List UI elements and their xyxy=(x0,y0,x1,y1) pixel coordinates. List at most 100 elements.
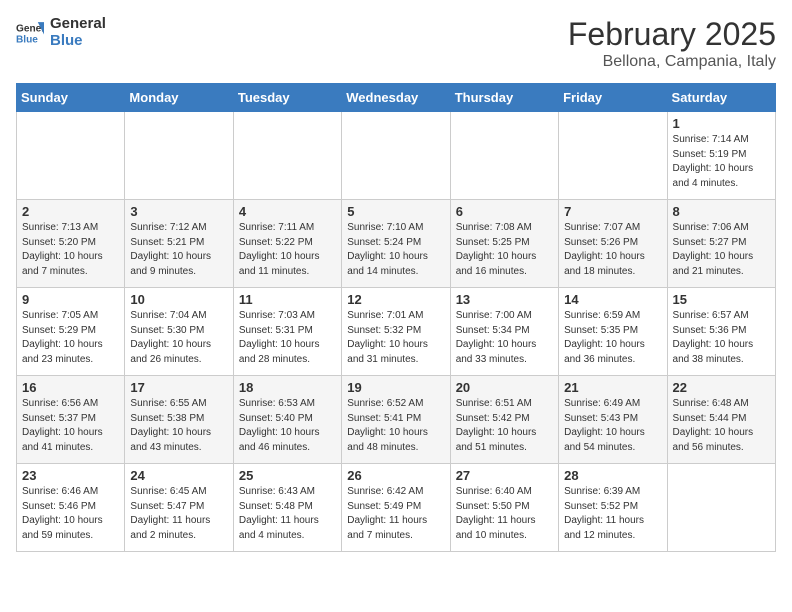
day-info: Sunrise: 6:39 AM Sunset: 5:52 PM Dayligh… xyxy=(564,485,661,543)
calendar-day-cell xyxy=(342,112,450,200)
calendar-day-cell: 25 Sunrise: 6:43 AM Sunset: 5:48 PM Dayli… xyxy=(233,464,341,552)
day-number: 21 xyxy=(564,380,661,395)
day-info: Sunrise: 7:01 AM Sunset: 5:32 PM Dayligh… xyxy=(347,309,444,367)
day-info: Sunrise: 7:11 AM Sunset: 5:22 PM Dayligh… xyxy=(239,221,336,279)
day-info: Sunrise: 7:10 AM Sunset: 5:24 PM Dayligh… xyxy=(347,221,444,279)
day-number: 24 xyxy=(130,468,227,483)
day-info: Sunrise: 7:06 AM Sunset: 5:27 PM Dayligh… xyxy=(673,221,770,279)
calendar-day-cell: 12 Sunrise: 7:01 AM Sunset: 5:32 PM Dayli… xyxy=(342,288,450,376)
calendar-week-row: 9 Sunrise: 7:05 AM Sunset: 5:29 PM Daylig… xyxy=(17,288,776,376)
calendar-day-cell: 3 Sunrise: 7:12 AM Sunset: 5:21 PM Daylig… xyxy=(125,200,233,288)
day-number: 4 xyxy=(239,204,336,219)
day-info: Sunrise: 6:51 AM Sunset: 5:42 PM Dayligh… xyxy=(456,397,553,455)
calendar-day-cell: 13 Sunrise: 7:00 AM Sunset: 5:34 PM Dayli… xyxy=(450,288,558,376)
calendar-week-row: 2 Sunrise: 7:13 AM Sunset: 5:20 PM Daylig… xyxy=(17,200,776,288)
calendar-day-cell xyxy=(667,464,775,552)
calendar-week-row: 16 Sunrise: 6:56 AM Sunset: 5:37 PM Dayli… xyxy=(17,376,776,464)
day-info: Sunrise: 6:52 AM Sunset: 5:41 PM Dayligh… xyxy=(347,397,444,455)
col-header-thursday: Thursday xyxy=(450,84,558,112)
col-header-wednesday: Wednesday xyxy=(342,84,450,112)
calendar-day-cell: 4 Sunrise: 7:11 AM Sunset: 5:22 PM Daylig… xyxy=(233,200,341,288)
day-info: Sunrise: 7:12 AM Sunset: 5:21 PM Dayligh… xyxy=(130,221,227,279)
location-subtitle: Bellona, Campania, Italy xyxy=(568,53,776,71)
day-info: Sunrise: 7:13 AM Sunset: 5:20 PM Dayligh… xyxy=(22,221,119,279)
calendar-day-cell: 23 Sunrise: 6:46 AM Sunset: 5:46 PM Dayli… xyxy=(17,464,125,552)
day-number: 23 xyxy=(22,468,119,483)
calendar-day-cell: 16 Sunrise: 6:56 AM Sunset: 5:37 PM Dayli… xyxy=(17,376,125,464)
calendar-day-cell xyxy=(125,112,233,200)
day-info: Sunrise: 6:53 AM Sunset: 5:40 PM Dayligh… xyxy=(239,397,336,455)
day-info: Sunrise: 6:57 AM Sunset: 5:36 PM Dayligh… xyxy=(673,309,770,367)
day-number: 13 xyxy=(456,292,553,307)
day-number: 10 xyxy=(130,292,227,307)
day-number: 27 xyxy=(456,468,553,483)
calendar-day-cell xyxy=(559,112,667,200)
day-info: Sunrise: 6:40 AM Sunset: 5:50 PM Dayligh… xyxy=(456,485,553,543)
day-info: Sunrise: 6:49 AM Sunset: 5:43 PM Dayligh… xyxy=(564,397,661,455)
page-header: General Blue General Blue February 2025 … xyxy=(16,16,776,71)
day-number: 22 xyxy=(673,380,770,395)
day-number: 6 xyxy=(456,204,553,219)
day-info: Sunrise: 7:04 AM Sunset: 5:30 PM Dayligh… xyxy=(130,309,227,367)
calendar-day-cell: 2 Sunrise: 7:13 AM Sunset: 5:20 PM Daylig… xyxy=(17,200,125,288)
calendar-day-cell: 21 Sunrise: 6:49 AM Sunset: 5:43 PM Dayli… xyxy=(559,376,667,464)
calendar-day-cell: 28 Sunrise: 6:39 AM Sunset: 5:52 PM Dayli… xyxy=(559,464,667,552)
calendar-day-cell: 6 Sunrise: 7:08 AM Sunset: 5:25 PM Daylig… xyxy=(450,200,558,288)
calendar-day-cell: 8 Sunrise: 7:06 AM Sunset: 5:27 PM Daylig… xyxy=(667,200,775,288)
calendar-day-cell xyxy=(233,112,341,200)
day-info: Sunrise: 7:05 AM Sunset: 5:29 PM Dayligh… xyxy=(22,309,119,367)
col-header-saturday: Saturday xyxy=(667,84,775,112)
day-number: 16 xyxy=(22,380,119,395)
calendar-header-row: SundayMondayTuesdayWednesdayThursdayFrid… xyxy=(17,84,776,112)
calendar-day-cell: 17Sunrise: 6:55 AM Sunset: 5:38 PM Dayli… xyxy=(125,376,233,464)
day-number: 28 xyxy=(564,468,661,483)
day-number: 3 xyxy=(130,204,227,219)
day-number: 20 xyxy=(456,380,553,395)
month-year-title: February 2025 xyxy=(568,16,776,53)
day-number: 8 xyxy=(673,204,770,219)
col-header-sunday: Sunday xyxy=(17,84,125,112)
day-number: 15 xyxy=(673,292,770,307)
day-number: 25 xyxy=(239,468,336,483)
day-number: 18 xyxy=(239,380,336,395)
calendar-day-cell: 14 Sunrise: 6:59 AM Sunset: 5:35 PM Dayli… xyxy=(559,288,667,376)
day-info: Sunrise: 6:46 AM Sunset: 5:46 PM Dayligh… xyxy=(22,485,119,543)
calendar-day-cell: 26 Sunrise: 6:42 AM Sunset: 5:49 PM Dayli… xyxy=(342,464,450,552)
day-info: Sunrise: 7:14 AM Sunset: 5:19 PM Dayligh… xyxy=(673,133,770,191)
day-info: Sunrise: 7:08 AM Sunset: 5:25 PM Dayligh… xyxy=(456,221,553,279)
calendar-day-cell: 1 Sunrise: 7:14 AM Sunset: 5:19 PM Daylig… xyxy=(667,112,775,200)
calendar-day-cell: 24 Sunrise: 6:45 AM Sunset: 5:47 PM Dayli… xyxy=(125,464,233,552)
calendar-day-cell: 20 Sunrise: 6:51 AM Sunset: 5:42 PM Dayli… xyxy=(450,376,558,464)
day-number: 17 xyxy=(130,380,227,395)
day-number: 2 xyxy=(22,204,119,219)
calendar-week-row: 23 Sunrise: 6:46 AM Sunset: 5:46 PM Dayli… xyxy=(17,464,776,552)
calendar-day-cell: 5Sunrise: 7:10 AM Sunset: 5:24 PM Daylig… xyxy=(342,200,450,288)
calendar-day-cell xyxy=(450,112,558,200)
day-info: Sunrise: 6:42 AM Sunset: 5:49 PM Dayligh… xyxy=(347,485,444,543)
calendar-day-cell: 11Sunrise: 7:03 AM Sunset: 5:31 PM Dayli… xyxy=(233,288,341,376)
logo-general-text: General xyxy=(50,16,106,33)
day-number: 19 xyxy=(347,380,444,395)
title-area: February 2025 Bellona, Campania, Italy xyxy=(568,16,776,71)
day-number: 7 xyxy=(564,204,661,219)
day-number: 26 xyxy=(347,468,444,483)
day-number: 11 xyxy=(239,292,336,307)
calendar-day-cell: 15 Sunrise: 6:57 AM Sunset: 5:36 PM Dayli… xyxy=(667,288,775,376)
day-number: 12 xyxy=(347,292,444,307)
calendar-day-cell: 10 Sunrise: 7:04 AM Sunset: 5:30 PM Dayli… xyxy=(125,288,233,376)
day-info: Sunrise: 6:48 AM Sunset: 5:44 PM Dayligh… xyxy=(673,397,770,455)
col-header-tuesday: Tuesday xyxy=(233,84,341,112)
calendar-day-cell: 27 Sunrise: 6:40 AM Sunset: 5:50 PM Dayli… xyxy=(450,464,558,552)
day-number: 14 xyxy=(564,292,661,307)
calendar-day-cell xyxy=(17,112,125,200)
day-number: 1 xyxy=(673,116,770,131)
day-info: Sunrise: 6:56 AM Sunset: 5:37 PM Dayligh… xyxy=(22,397,119,455)
day-info: Sunrise: 7:00 AM Sunset: 5:34 PM Dayligh… xyxy=(456,309,553,367)
day-info: Sunrise: 6:45 AM Sunset: 5:47 PM Dayligh… xyxy=(130,485,227,543)
calendar-week-row: 1 Sunrise: 7:14 AM Sunset: 5:19 PM Daylig… xyxy=(17,112,776,200)
day-info: Sunrise: 6:43 AM Sunset: 5:48 PM Dayligh… xyxy=(239,485,336,543)
day-info: Sunrise: 6:59 AM Sunset: 5:35 PM Dayligh… xyxy=(564,309,661,367)
calendar-day-cell: 22 Sunrise: 6:48 AM Sunset: 5:44 PM Dayli… xyxy=(667,376,775,464)
day-number: 9 xyxy=(22,292,119,307)
logo-blue-text: Blue xyxy=(50,33,106,50)
